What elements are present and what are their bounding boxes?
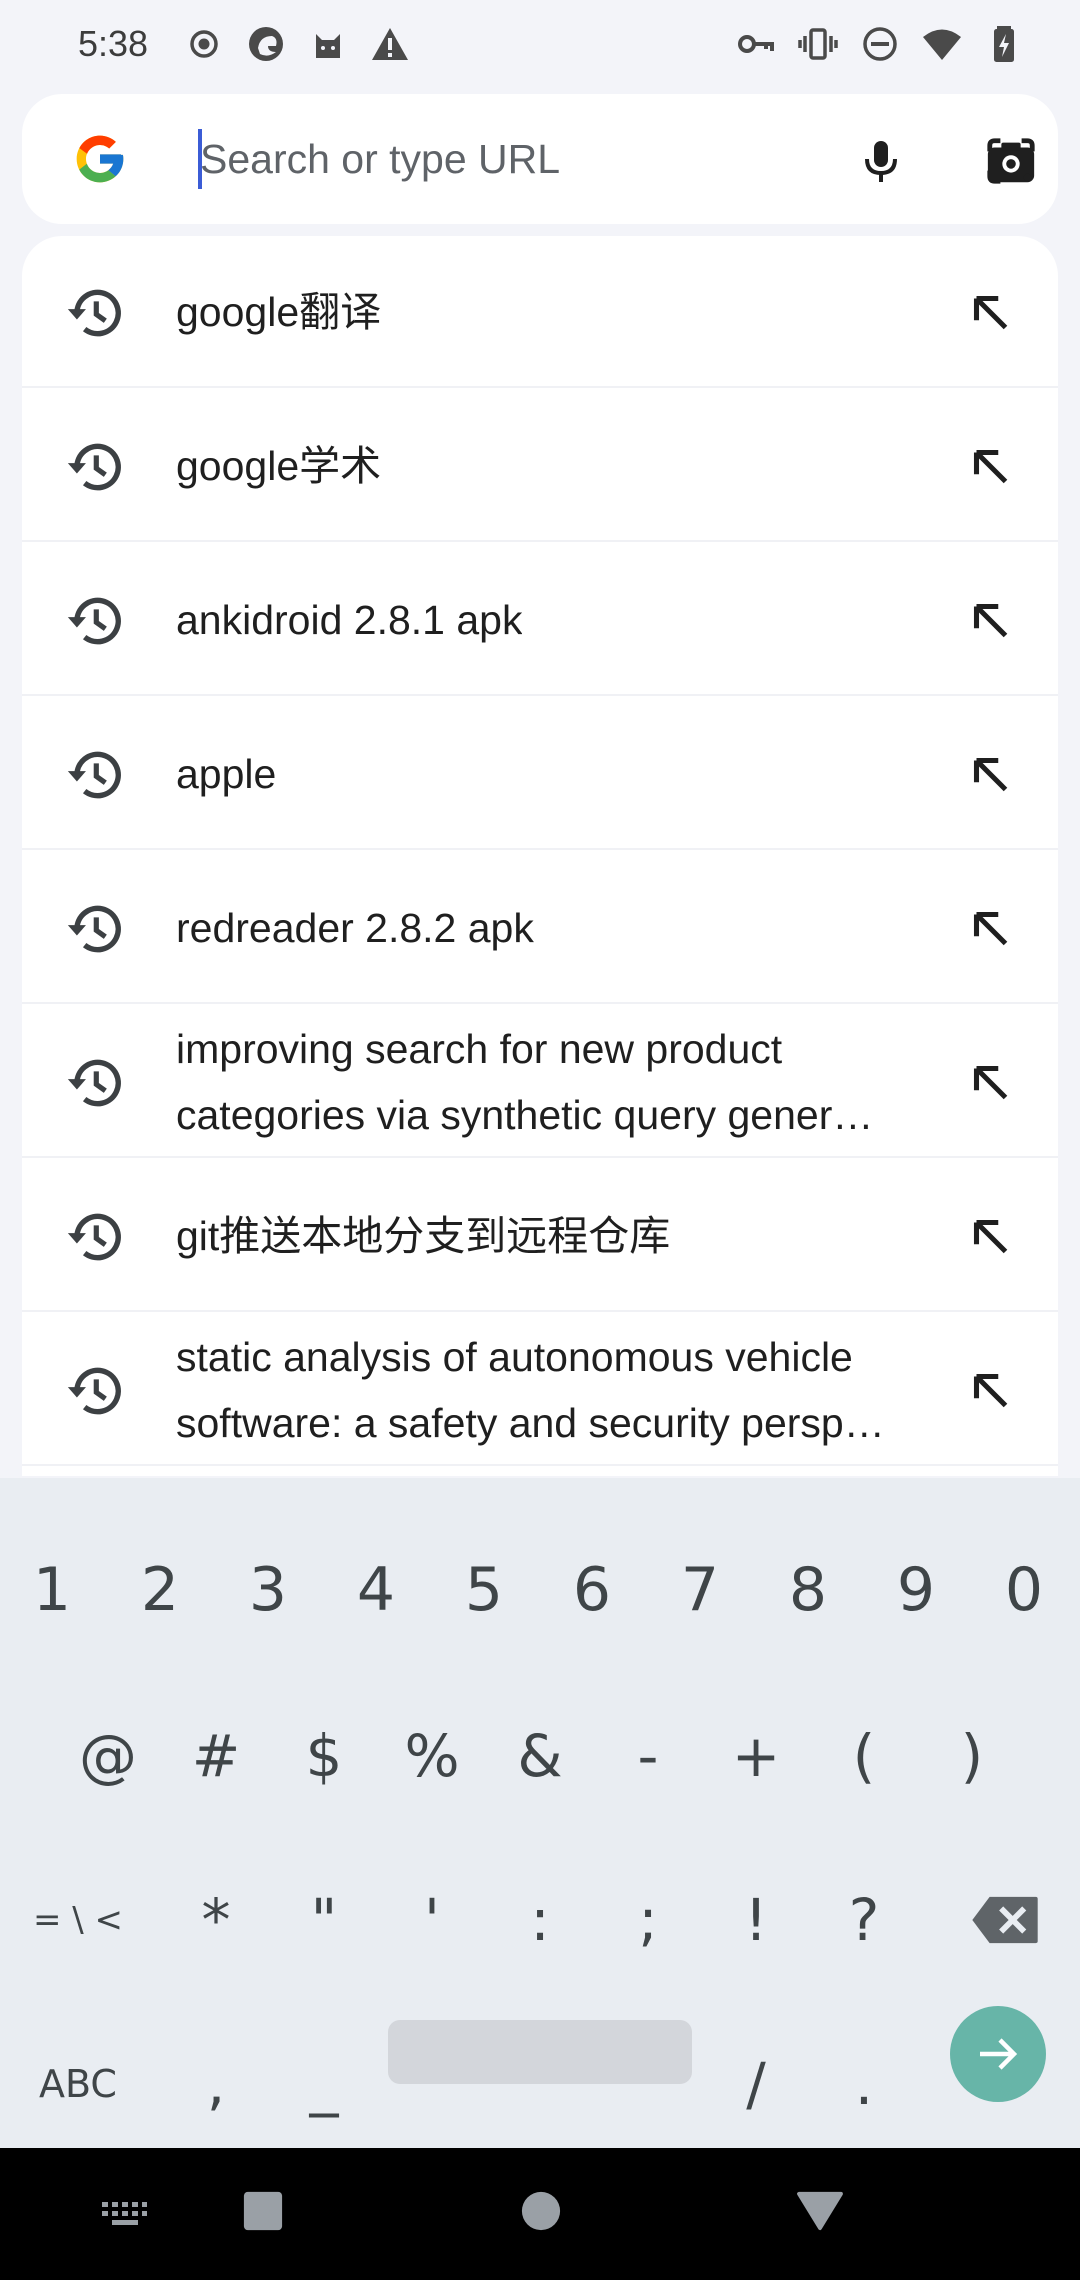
history-icon [64,1206,126,1268]
status-right [736,24,1024,64]
key-percent[interactable]: % [380,1704,484,1808]
suggestion-item[interactable]: static analysis of autonomous vehicle so… [22,1314,1058,1466]
back-triangle-icon[interactable] [794,2188,846,2234]
key-close-paren[interactable]: ) [920,1704,1024,1808]
suggestion-text: static analysis of autonomous vehicle so… [176,1334,885,1446]
suggestion-list: google翻译 google学术 ankidroid 2.8.1 apk ap… [22,236,1058,1476]
browser-app-icon [246,24,286,64]
key-single-quote[interactable]: ' [380,1868,484,1972]
key-period[interactable]: . [812,2032,916,2136]
suggestion-item[interactable]: ankidroid 2.8.1 apk [22,544,1058,696]
key-7[interactable]: 7 [648,1538,752,1642]
history-icon [64,1360,126,1422]
status-time: 5:38 [78,23,149,64]
suggestion-item[interactable]: google学术 [22,390,1058,542]
enter-button[interactable] [950,2006,1046,2102]
vpn-key-icon [736,24,776,64]
key-comma[interactable]: , [164,2032,268,2136]
suggestion-text: redreader 2.8.2 apk [176,905,534,951]
space-bar[interactable] [388,2020,692,2084]
history-icon [64,898,126,960]
suggestion-item[interactable]: redreader 2.8.2 apk [22,852,1058,1004]
key-question[interactable]: ? [812,1868,916,1972]
key-double-quote[interactable]: " [272,1868,376,1972]
key-open-paren[interactable]: ( [812,1704,916,1808]
history-icon [64,436,126,498]
fill-arrow-icon[interactable] [962,1054,1020,1112]
suggestion-item[interactable]: apple [22,698,1058,850]
key-semicolon[interactable]: ; [596,1868,700,1972]
suggestion-text: git推送本地分支到远程仓库 [176,1213,671,1259]
suggestion-item[interactable]: google翻译 [22,236,1058,388]
record-icon [184,24,224,64]
history-icon [64,590,126,652]
key-5[interactable]: 5 [432,1538,536,1642]
key-abc[interactable]: ABC [18,2032,138,2136]
key-1[interactable]: 1 [0,1538,104,1642]
suggestion-text: improving search for new product categor… [176,1026,874,1138]
key-0[interactable]: 0 [972,1538,1076,1642]
fill-arrow-icon[interactable] [962,1362,1020,1420]
fill-arrow-icon[interactable] [962,1208,1020,1266]
camera-lens-icon[interactable] [974,124,1048,198]
key-asterisk[interactable]: * [164,1868,268,1972]
key-dollar[interactable]: $ [272,1704,376,1808]
key-4[interactable]: 4 [324,1538,428,1642]
recents-square-icon[interactable] [240,2188,286,2234]
home-circle-icon[interactable] [518,2188,564,2234]
status-bar: 5:38 [0,0,1080,88]
key-6[interactable]: 6 [540,1538,644,1642]
key-9[interactable]: 9 [864,1538,968,1642]
history-icon [64,744,126,806]
fill-arrow-icon[interactable] [962,592,1020,650]
backspace-icon[interactable] [950,1868,1060,1972]
key-ampersand[interactable]: & [488,1704,592,1808]
key-hash[interactable]: # [164,1704,268,1808]
cat-app-icon [308,24,348,64]
suggestion-text: apple [176,751,277,797]
key-2[interactable]: 2 [108,1538,212,1642]
key-at[interactable]: @ [56,1704,160,1808]
key-underscore[interactable]: _ [272,2032,376,2136]
history-icon [64,282,126,344]
microphone-icon[interactable] [844,124,918,198]
history-icon [64,1052,126,1114]
fill-arrow-icon[interactable] [962,284,1020,342]
suggestion-text: google学术 [176,443,382,489]
symbol-keyboard: 1 2 3 4 5 6 7 8 9 0 @ # $ % & - + ( ) = … [0,1478,1080,2148]
fill-arrow-icon[interactable] [962,900,1020,958]
fill-arrow-icon[interactable] [962,746,1020,804]
key-exclamation[interactable]: ! [704,1868,808,1972]
key-more-symbols[interactable]: = \ < [18,1868,138,1972]
key-slash[interactable]: / [704,2032,808,2136]
do-not-disturb-icon [860,24,900,64]
omnibox[interactable] [22,94,1058,224]
navigation-bar [0,2148,1080,2280]
search-input[interactable] [200,124,780,194]
wifi-icon [922,24,962,64]
fill-arrow-icon[interactable] [962,438,1020,496]
suggestion-item[interactable]: git推送本地分支到远程仓库 [22,1160,1058,1312]
key-plus[interactable]: + [704,1704,808,1808]
key-colon[interactable]: : [488,1868,592,1972]
key-8[interactable]: 8 [756,1538,860,1642]
warning-icon [370,24,410,64]
key-minus[interactable]: - [596,1704,700,1808]
suggestion-text: google翻译 [176,289,382,335]
suggestion-text: ankidroid 2.8.1 apk [176,597,523,643]
key-3[interactable]: 3 [216,1538,320,1642]
suggestion-item[interactable]: improving search for new product categor… [22,1006,1058,1158]
arrow-right-icon [974,2030,1022,2078]
status-left: 5:38 [78,23,410,65]
vibrate-icon [798,24,838,64]
google-g-icon [72,131,128,187]
battery-charging-icon [984,24,1024,64]
keyboard-switch-icon[interactable] [96,2188,152,2240]
